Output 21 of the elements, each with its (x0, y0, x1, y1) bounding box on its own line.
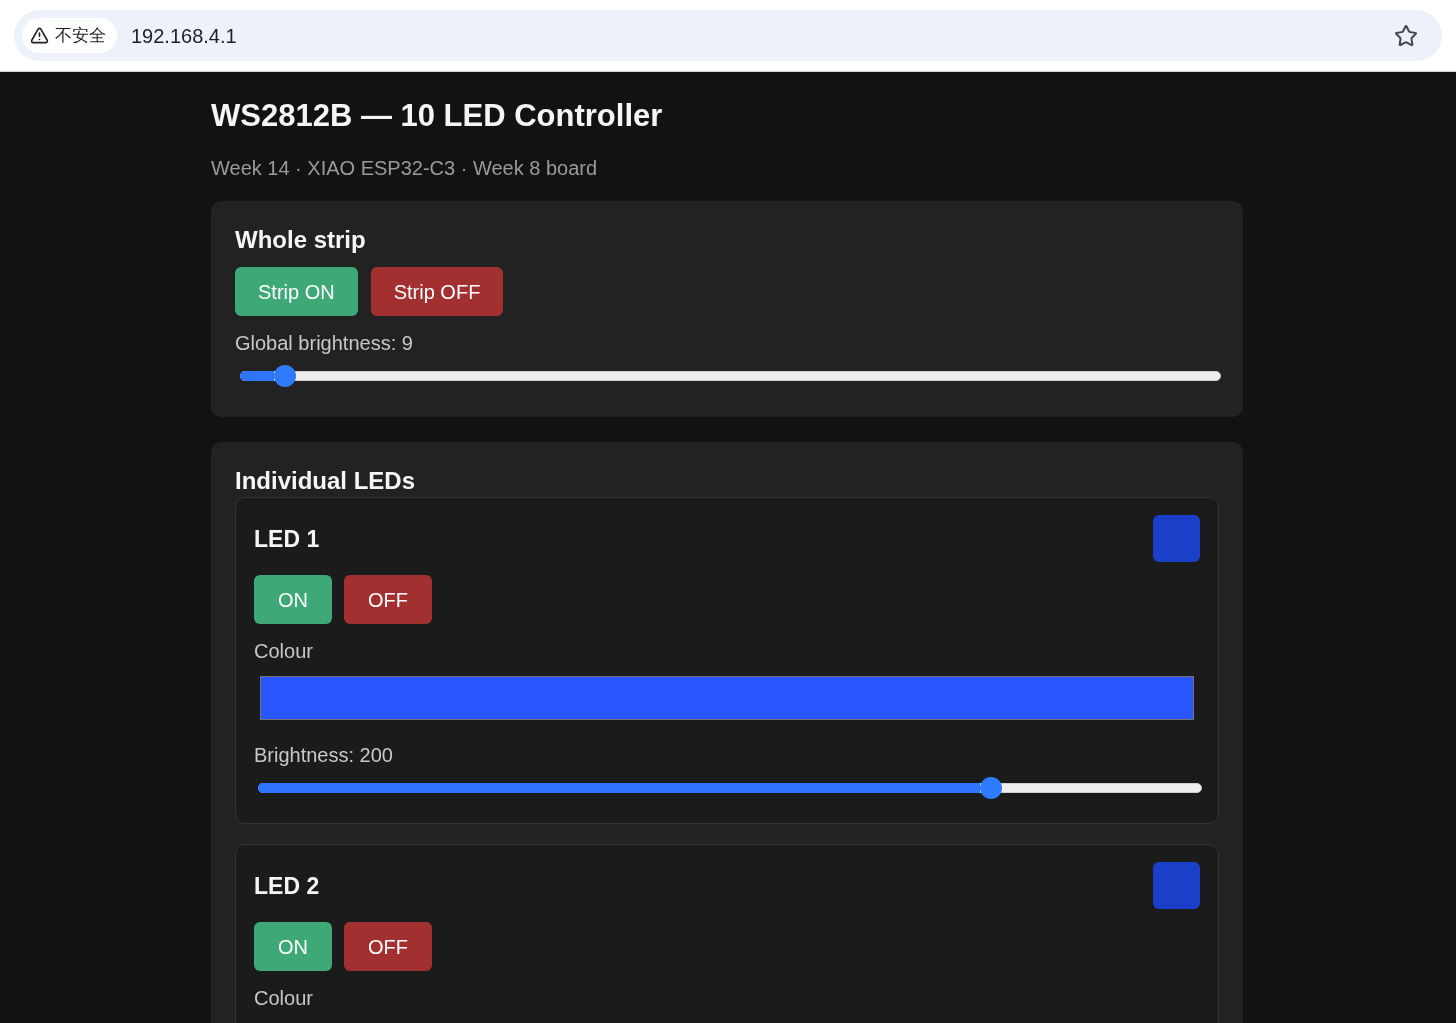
colour-input[interactable] (260, 676, 1194, 720)
slider-thumb[interactable] (980, 777, 1003, 799)
slider-thumb[interactable] (274, 365, 297, 387)
address-bar[interactable]: 不安全 192.168.4.1 (14, 10, 1442, 61)
brightness-label: Global brightness: 9 (235, 331, 414, 356)
off-button[interactable]: Strip OFF (370, 267, 504, 316)
warning-icon (30, 26, 49, 45)
colour-label: Colour (254, 639, 314, 664)
brightness-label: Brightness: 200 (254, 743, 394, 768)
page-subtitle: Week 14 · XIAO ESP32-C3 · Week 8 board (211, 156, 599, 181)
led-title: LED 2 (254, 871, 320, 901)
card-title: Individual LEDs (235, 466, 417, 496)
page-title: WS2812B — 10 LED Controller (211, 97, 664, 135)
card-title: Whole strip (235, 225, 367, 255)
bookmark-star-icon[interactable] (1394, 23, 1418, 48)
off-button[interactable]: OFF (344, 575, 432, 624)
address-text: 192.168.4.1 (131, 23, 237, 49)
colour-label: Colour (254, 986, 314, 1011)
off-button[interactable]: OFF (344, 922, 432, 971)
security-status-button[interactable]: 不安全 (22, 18, 117, 53)
led-title: LED 1 (254, 524, 320, 554)
